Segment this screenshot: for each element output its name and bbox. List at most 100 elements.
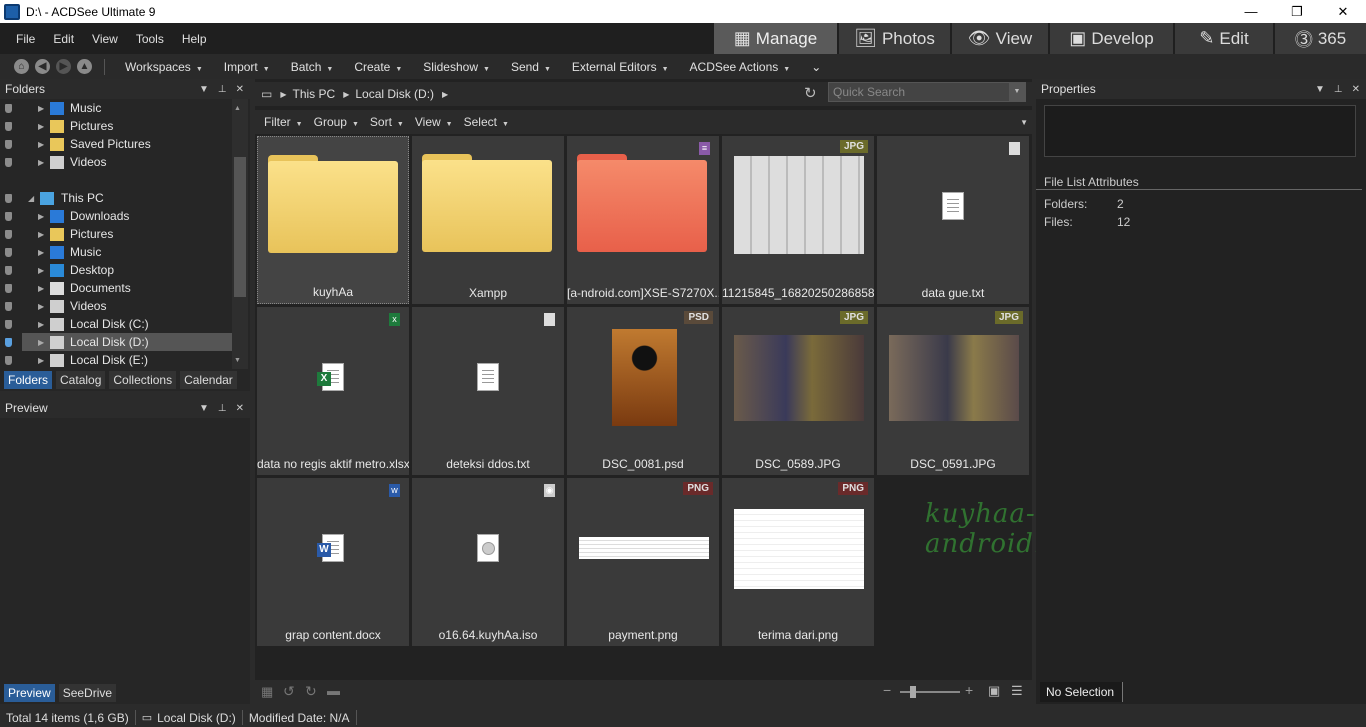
panel-menu-icon[interactable]: ▼ xyxy=(199,403,209,414)
panel-close-icon[interactable]: ✕ xyxy=(236,84,244,95)
mode-edit[interactable]: ✎ Edit xyxy=(1173,23,1273,54)
pin-icon[interactable] xyxy=(5,157,12,167)
panel-menu-icon[interactable]: ▼ xyxy=(1315,84,1325,95)
folders-scrollbar[interactable]: ▲ ▼ xyxy=(232,99,248,369)
pin-icon[interactable]: ⊥ xyxy=(218,403,227,414)
group-menu[interactable]: Group ▼ xyxy=(314,115,359,129)
zoom-slider[interactable] xyxy=(900,691,960,693)
tree-item[interactable]: ▶ Videos xyxy=(0,153,232,171)
file-tile[interactable]: PNG payment.png xyxy=(567,478,719,646)
mode-develop[interactable]: ▣ Develop xyxy=(1048,23,1173,54)
toolbar-import[interactable]: Import ▼ xyxy=(224,60,270,74)
forward-icon[interactable]: ▶ xyxy=(56,59,71,74)
file-tile[interactable]: data gue.txt xyxy=(877,136,1029,304)
rotate-tool-icon[interactable]: ▦ xyxy=(261,684,273,700)
tab-seedrive[interactable]: SeeDrive xyxy=(58,684,117,702)
collapse-icon[interactable]: ◢ xyxy=(28,194,34,203)
minimize-button[interactable]: — xyxy=(1228,0,1274,23)
sort-menu[interactable]: Sort ▼ xyxy=(370,115,404,129)
expand-icon[interactable]: ▶ xyxy=(38,248,44,257)
tree-item[interactable]: ▶ Local Disk (E:) xyxy=(0,351,232,369)
file-tile[interactable]: deteksi ddos.txt xyxy=(412,307,564,475)
close-button[interactable]: ✕ xyxy=(1320,0,1366,23)
quick-search-input[interactable]: Quick Search ▼ xyxy=(828,82,1026,102)
tree-item[interactable]: ▶ Saved Pictures xyxy=(0,135,232,153)
image-view-icon[interactable]: ▣ xyxy=(988,683,1000,699)
back-icon[interactable]: ◀ xyxy=(35,59,50,74)
menu-edit[interactable]: Edit xyxy=(53,32,74,46)
mode-365[interactable]: ⓷ 365 xyxy=(1273,23,1366,54)
toolbar-create[interactable]: Create ▼ xyxy=(354,60,402,74)
rotate-left-icon[interactable]: ↺ xyxy=(283,683,295,700)
menu-tools[interactable]: Tools xyxy=(136,32,164,46)
tree-item[interactable]: ▶ Desktop xyxy=(0,261,232,279)
file-tile[interactable]: PNG terima dari.png xyxy=(722,478,874,646)
pin-icon[interactable] xyxy=(5,355,12,365)
pin-icon[interactable] xyxy=(5,121,12,131)
details-view-icon[interactable]: ☰ xyxy=(1011,683,1023,699)
chevron-right-icon[interactable]: ▶ xyxy=(343,90,349,99)
tree-item[interactable]: ▶ Music xyxy=(0,243,232,261)
chevron-right-icon[interactable]: ▶ xyxy=(442,90,448,99)
panel-close-icon[interactable]: ✕ xyxy=(236,403,244,414)
file-tile[interactable]: Xx data no regis aktif metro.xlsx xyxy=(257,307,409,475)
toolbar-batch[interactable]: Batch ▼ xyxy=(291,60,334,74)
file-tile[interactable]: PSD DSC_0081.psd xyxy=(567,307,719,475)
expand-icon[interactable]: ▶ xyxy=(38,284,44,293)
panel-menu-icon[interactable]: ▼ xyxy=(199,84,209,95)
pin-icon[interactable] xyxy=(5,265,12,275)
home-icon[interactable]: ⌂ xyxy=(14,59,29,74)
tree-item[interactable]: ▶ Local Disk (D:) xyxy=(5,333,232,351)
pin-icon[interactable]: ⊥ xyxy=(218,84,227,95)
pin-icon[interactable] xyxy=(5,211,12,221)
tab-catalog[interactable]: Catalog xyxy=(56,371,106,389)
panel-close-icon[interactable]: ✕ xyxy=(1352,84,1360,95)
file-tile[interactable]: Ww grap content.docx xyxy=(257,478,409,646)
tree-item[interactable]: ▶ Documents xyxy=(0,279,232,297)
select-menu[interactable]: Select ▼ xyxy=(464,115,509,129)
mode-photos[interactable]: 🖼 Photos xyxy=(837,23,950,54)
file-tile[interactable]: JPG DSC_0591.JPG xyxy=(877,307,1029,475)
expand-icon[interactable]: ▶ xyxy=(38,104,44,113)
tab-preview[interactable]: Preview xyxy=(4,684,55,702)
chevron-right-icon[interactable]: ▶ xyxy=(280,90,286,99)
pin-icon[interactable] xyxy=(5,337,12,347)
tree-item[interactable]: ▶ Music xyxy=(0,99,232,117)
tree-item[interactable]: ▶ Pictures xyxy=(0,225,232,243)
expand-icon[interactable]: ▶ xyxy=(38,230,44,239)
file-tile[interactable]: JPG 11215845_168202502868583... xyxy=(722,136,874,304)
file-tile[interactable]: kuyhAa xyxy=(257,136,409,304)
menu-file[interactable]: File xyxy=(16,32,35,46)
zoom-in-icon[interactable]: + xyxy=(965,682,973,698)
tree-item[interactable]: ▶ Pictures xyxy=(0,117,232,135)
file-tile[interactable]: ◉ o16.64.kuyhAa.iso xyxy=(412,478,564,646)
mode-view[interactable]: 👁 View xyxy=(950,23,1048,54)
restore-button[interactable]: ❐ xyxy=(1274,0,1320,23)
file-tile[interactable]: Xampp xyxy=(412,136,564,304)
expand-icon[interactable]: ▶ xyxy=(38,158,44,167)
tab-folders[interactable]: Folders xyxy=(4,371,53,389)
tab-calendar[interactable]: Calendar xyxy=(180,371,237,389)
tree-item[interactable]: ▶ Downloads xyxy=(0,207,232,225)
rotate-right-icon[interactable]: ↻ xyxy=(305,683,317,700)
search-dropdown-icon[interactable]: ▼ xyxy=(1009,83,1025,101)
expand-icon[interactable]: ▶ xyxy=(38,122,44,131)
toolbar-send[interactable]: Send ▼ xyxy=(511,60,551,74)
expand-icon[interactable]: ▶ xyxy=(38,302,44,311)
filter-menu[interactable]: Filter ▼ xyxy=(264,115,303,129)
tab-no-selection[interactable]: No Selection xyxy=(1040,682,1124,702)
toolbar-external-editors[interactable]: External Editors ▼ xyxy=(572,60,669,74)
pin-icon[interactable] xyxy=(5,283,12,293)
menu-view[interactable]: View xyxy=(92,32,118,46)
tab-collections[interactable]: Collections xyxy=(109,371,177,389)
expand-icon[interactable]: ▶ xyxy=(38,356,44,365)
menu-help[interactable]: Help xyxy=(182,32,207,46)
pin-icon[interactable] xyxy=(5,229,12,239)
scrollbar-thumb[interactable] xyxy=(234,157,246,297)
zoom-slider-thumb[interactable] xyxy=(910,686,916,698)
toolbar-slideshow[interactable]: Slideshow ▼ xyxy=(423,60,490,74)
scroll-up-icon[interactable]: ▲ xyxy=(234,105,241,112)
pin-icon[interactable]: ⊥ xyxy=(1334,84,1343,95)
file-tile[interactable]: JPG DSC_0589.JPG xyxy=(722,307,874,475)
zoom-out-icon[interactable]: − xyxy=(883,682,891,698)
